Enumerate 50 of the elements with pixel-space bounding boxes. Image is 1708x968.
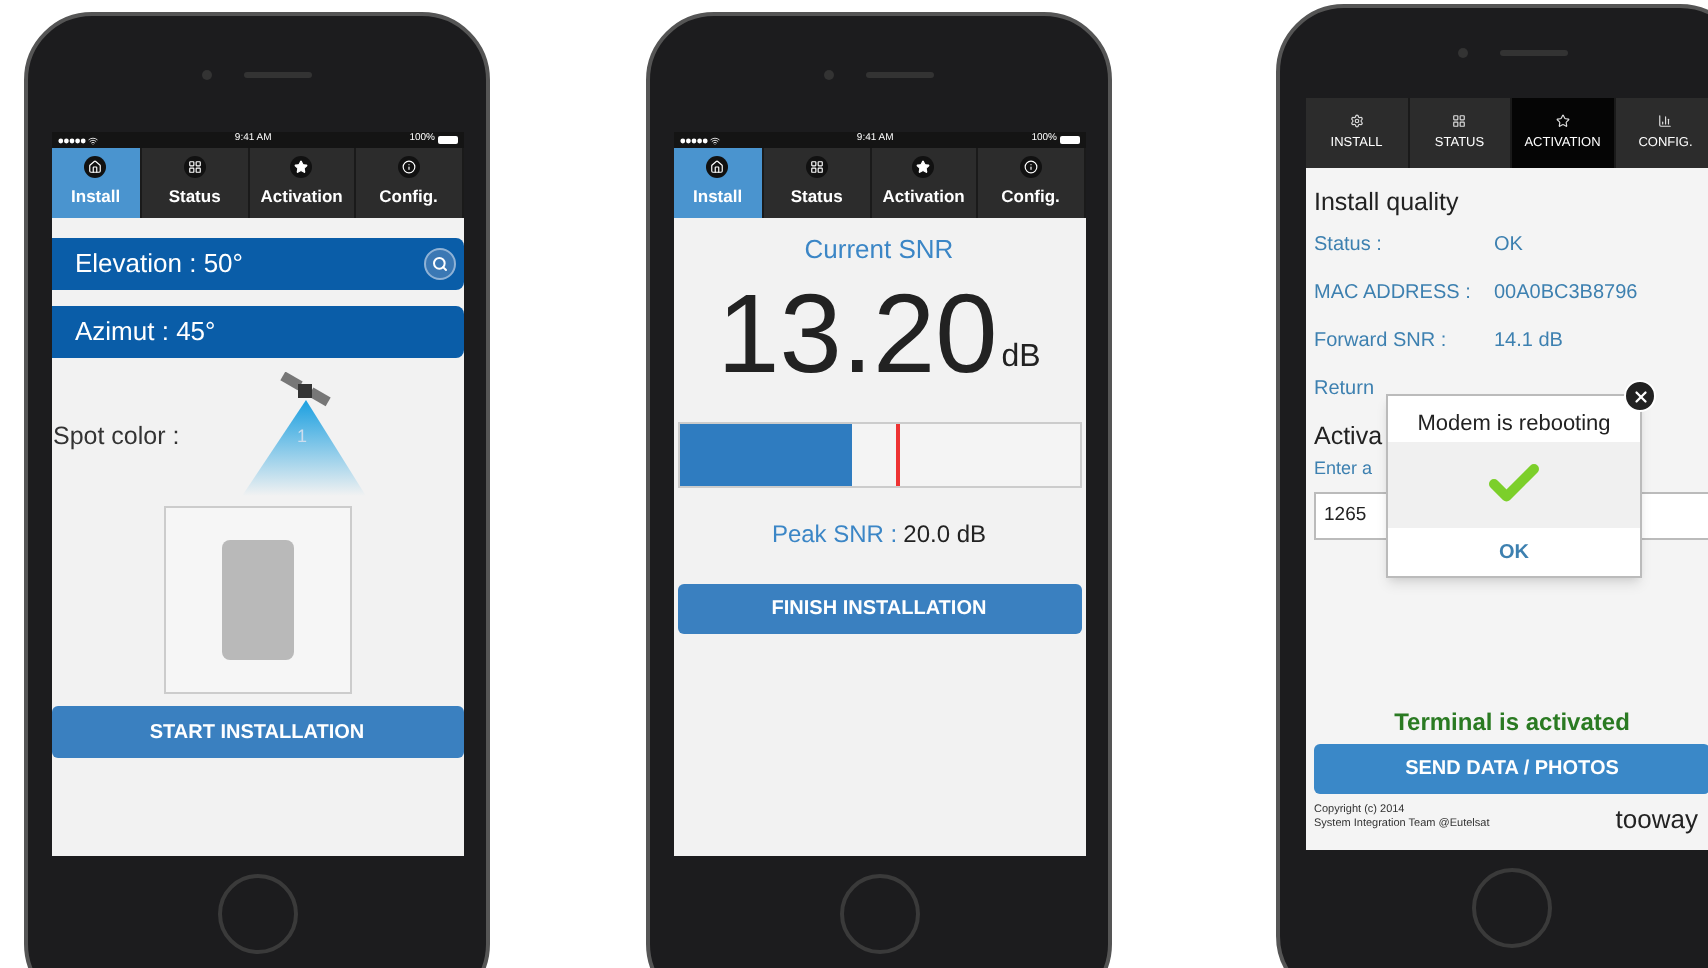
quality-value: 00A0BC3B8796: [1494, 280, 1638, 309]
azimut-bar[interactable]: Azimut : 45°: [51, 306, 463, 358]
quality-value: 14.1 dB: [1494, 328, 1563, 357]
nav-tab[interactable]: Activation: [871, 148, 979, 218]
start-installation-button[interactable]: START INSTALLATION: [51, 706, 463, 758]
quality-label: Status :: [1314, 232, 1384, 261]
grid-icon: [183, 156, 206, 179]
star-icon: [912, 156, 935, 179]
dialog-message: Modem is rebooting: [1417, 410, 1611, 440]
spot-color-label: Spot color :: [53, 419, 182, 454]
peak-snr-value: 20.0 dB: [903, 517, 987, 551]
quality-label: MAC ADDRESS :: [1314, 280, 1473, 309]
signal-dots-icon: [57, 137, 85, 143]
snr-value: 13.20: [717, 273, 998, 393]
spot-number: 1: [297, 424, 308, 450]
elevation-bar[interactable]: Elevation : 50°: [51, 238, 463, 290]
gear-icon: [1349, 113, 1364, 128]
signal-dots-icon: [679, 137, 707, 143]
star-icon: [290, 156, 313, 179]
quality-value: OK: [1494, 232, 1523, 261]
send-data-button[interactable]: SEND DATA / PHOTOS: [1314, 743, 1708, 793]
info-icon: [397, 156, 420, 179]
wifi-icon: [87, 135, 97, 145]
current-snr-title: Current SNR: [804, 232, 954, 268]
azimut-label: Azimut : 45°: [75, 314, 216, 351]
grid-icon: [805, 156, 828, 179]
snr-unit: dB: [1001, 337, 1041, 377]
info-icon: [1019, 156, 1042, 179]
dialog-ok-button[interactable]: OK: [1388, 528, 1640, 576]
close-icon[interactable]: [1624, 380, 1656, 412]
star-icon: [1555, 113, 1570, 128]
activation-hint: Enter a: [1314, 455, 1373, 481]
home-icon: [706, 156, 729, 179]
install-quality-heading: Install quality: [1314, 186, 1461, 220]
activation-heading: Activa: [1314, 419, 1383, 454]
finish-installation-button[interactable]: FINISH INSTALLATION: [677, 583, 1081, 633]
activated-message: Terminal is activated: [1394, 705, 1630, 739]
wifi-icon: [709, 135, 719, 145]
grid-icon: [1452, 113, 1467, 128]
nav-tab[interactable]: Activation: [249, 148, 357, 218]
search-icon[interactable]: [423, 248, 455, 280]
battery-icon: [437, 136, 457, 144]
quality-label: Forward SNR :: [1314, 328, 1449, 357]
brand-logo: tooway: [1615, 801, 1698, 838]
elevation-label: Elevation : 50°: [75, 246, 243, 283]
home-icon: [84, 156, 107, 179]
quality-label: Return: [1314, 376, 1377, 405]
peak-snr-label: Peak SNR :: [771, 517, 898, 551]
bars-icon: [1658, 113, 1673, 128]
battery-icon: [1059, 136, 1079, 144]
